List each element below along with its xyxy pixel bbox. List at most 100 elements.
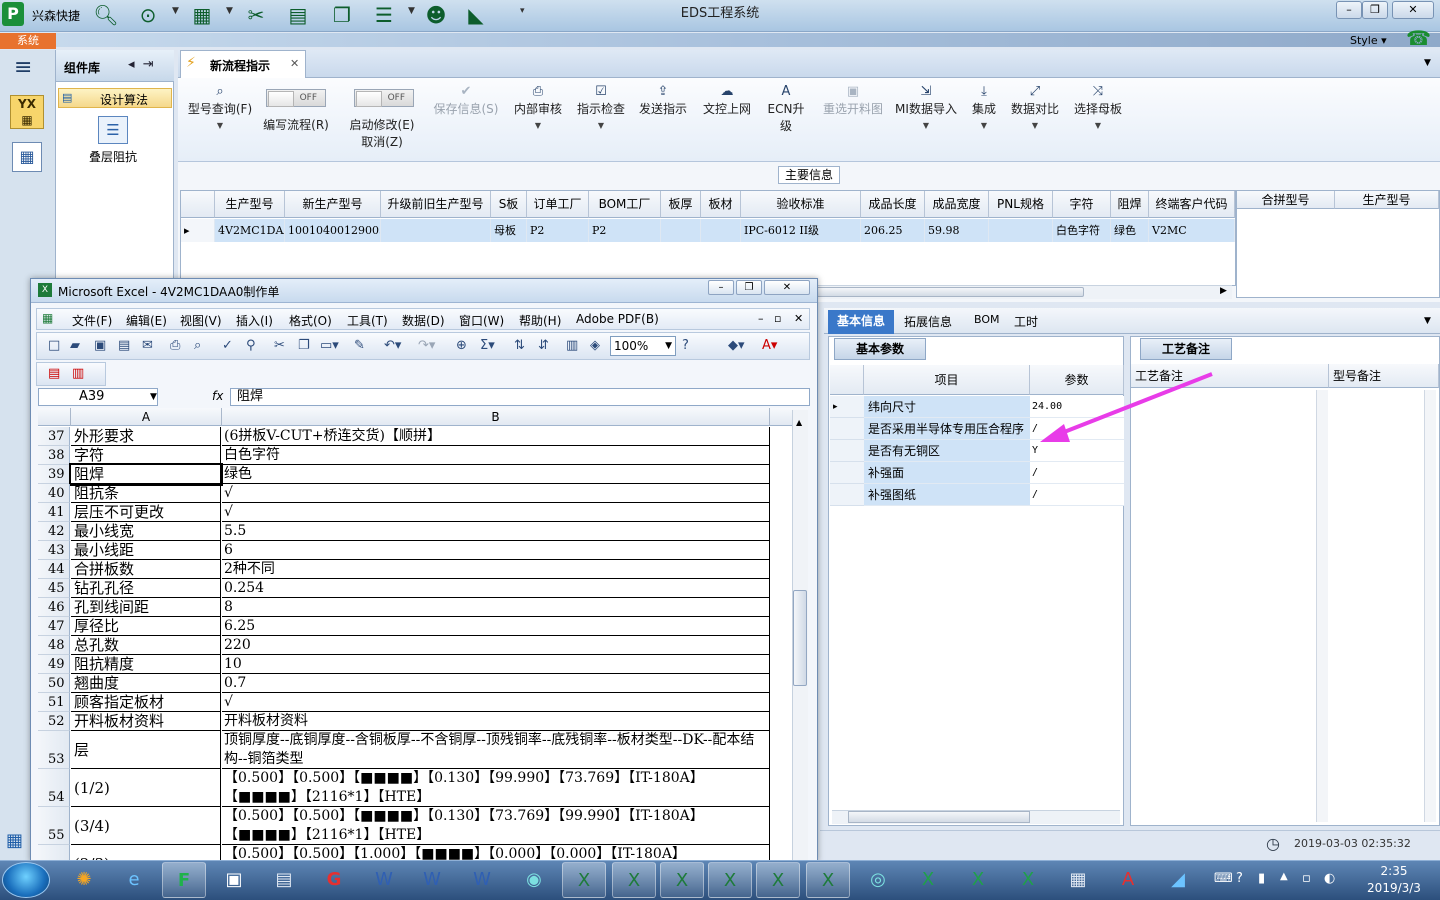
pdf-convert-icon[interactable]: ▤: [48, 366, 60, 381]
send-instruction-button[interactable]: ⇪ 发送指示: [636, 84, 690, 117]
col-header[interactable]: 成品宽度: [925, 191, 989, 218]
row-header[interactable]: [830, 462, 864, 484]
network-icon[interactable]: ▫: [1302, 871, 1311, 886]
cell-a[interactable]: 外形要求: [71, 427, 221, 446]
cell-b[interactable]: √: [222, 484, 770, 503]
row-header[interactable]: [830, 484, 864, 506]
network-app-icon[interactable]: ◎: [856, 862, 900, 898]
word-document-icon[interactable]: W: [362, 862, 406, 898]
word-document-icon[interactable]: W: [410, 862, 454, 898]
undo-icon[interactable]: ↶▾: [384, 338, 401, 353]
col-header[interactable]: PNL规格: [989, 191, 1053, 218]
stackup-impedance-label[interactable]: 叠层阻抗: [89, 148, 137, 165]
model-query-button[interactable]: ⌕ 型号查询(F) ▼: [184, 84, 256, 130]
integrate-button[interactable]: ⤓ 集成 ▼: [966, 84, 1002, 130]
table-cell[interactable]: [701, 219, 741, 242]
cell-b[interactable]: 6: [222, 541, 770, 560]
tray-clock-time[interactable]: 2:35: [1368, 864, 1420, 878]
row-number[interactable]: 50: [38, 674, 70, 693]
cell-b[interactable]: 【0.500】【0.500】【■■■■】【0.130】【73.769】【99.9…: [222, 807, 770, 845]
save-info-button[interactable]: ✔ 保存信息(S): [430, 84, 502, 117]
excel-close-button[interactable]: ✕: [764, 280, 810, 295]
cell-b[interactable]: 顶铜厚度--底铜厚度--含铜板厚--不含铜厚--顶残铜率--底残铜率--板材类型…: [222, 731, 770, 769]
eye-app-icon[interactable]: ◉: [512, 862, 556, 898]
row-number[interactable]: 53: [38, 731, 70, 769]
param-key[interactable]: 补强图纸: [864, 484, 1030, 506]
row-number[interactable]: 48: [38, 636, 70, 655]
cell-b[interactable]: 白色字符: [222, 446, 770, 465]
spelling-icon[interactable]: ✓: [222, 338, 233, 353]
col-header-item[interactable]: 项目: [864, 365, 1030, 395]
menu-window[interactable]: 窗口(W): [459, 312, 504, 329]
table-cell[interactable]: 4V2MC1DAA0: [215, 219, 285, 242]
table-cell[interactable]: 10010400129005: [285, 219, 381, 242]
row-number[interactable]: 46: [38, 598, 70, 617]
table-cell[interactable]: [381, 219, 491, 242]
battery-icon[interactable]: ▮: [1258, 871, 1265, 886]
help-icon[interactable]: ?: [682, 338, 689, 353]
g-app-icon[interactable]: G: [312, 862, 356, 898]
row-indicator-icon[interactable]: ▸: [830, 396, 864, 418]
internal-review-button[interactable]: ⎙ 内部审核 ▼: [510, 84, 566, 130]
row-number[interactable]: 49: [38, 655, 70, 674]
acrobat-icon[interactable]: A: [1106, 862, 1150, 898]
menu-insert[interactable]: 插入(I): [236, 312, 273, 329]
param-key[interactable]: 是否采用半导体专用压合程序: [864, 418, 1030, 440]
cell-b[interactable]: 0.254: [222, 579, 770, 598]
zoom-select[interactable]: 100% ▼: [610, 336, 676, 356]
menu-data[interactable]: 数据(D): [402, 312, 445, 329]
table-cell[interactable]: P2: [589, 219, 661, 242]
show-hidden-icons[interactable]: ▲: [1280, 871, 1288, 882]
windows-grid-icon[interactable]: ▦: [6, 830, 23, 851]
row-number[interactable]: 38: [38, 446, 70, 465]
table-cell[interactable]: 59.98: [925, 219, 989, 242]
excel-window-icon[interactable]: X: [806, 862, 850, 898]
maximize-button[interactable]: ❐: [1362, 1, 1388, 19]
copy-icon[interactable]: ❐: [298, 338, 310, 353]
print-icon[interactable]: ⎙: [170, 338, 180, 353]
row-indicator-icon[interactable]: ▸: [181, 219, 215, 242]
hyperlink-icon[interactable]: ⊕: [456, 338, 467, 353]
row-number[interactable]: 52: [38, 712, 70, 731]
table-cell[interactable]: IPC-6012 II级: [741, 219, 861, 242]
menu-edit[interactable]: 编辑(E): [126, 312, 167, 329]
cell-a[interactable]: (3/4): [71, 807, 221, 845]
cell-a[interactable]: 字符: [71, 446, 221, 465]
cell-b[interactable]: 10: [222, 655, 770, 674]
column-header-b[interactable]: B: [222, 408, 770, 426]
formula-bar[interactable]: 阻焊: [230, 388, 810, 406]
row-number[interactable]: 44: [38, 560, 70, 579]
taskbar-app-icon[interactable]: ✺: [62, 862, 106, 898]
col-header[interactable]: 终端客户代码: [1149, 191, 1235, 218]
row-number[interactable]: 42: [38, 522, 70, 541]
menu-icon[interactable]: ≡: [14, 55, 32, 80]
row-header[interactable]: [830, 440, 864, 462]
col-header[interactable]: 成品长度: [861, 191, 925, 218]
instruction-check-button[interactable]: ☑ 指示检查 ▼: [574, 84, 628, 130]
start-button[interactable]: [2, 862, 50, 898]
scrollbar-thumb[interactable]: [848, 811, 1030, 823]
col-header[interactable]: 板厚: [661, 191, 701, 218]
row-number[interactable]: 45: [38, 579, 70, 598]
mi-data-import-button[interactable]: ⇲ MI数据导入 ▼: [894, 84, 958, 130]
calculator-icon[interactable]: ▦: [1056, 862, 1100, 898]
save-app-icon[interactable]: ▣: [212, 862, 256, 898]
col-header[interactable]: 升级前旧生产型号: [381, 191, 491, 218]
cell-a[interactable]: 钻孔孔径: [71, 579, 221, 598]
menu-view[interactable]: 视图(V): [180, 312, 222, 329]
row-header[interactable]: [830, 418, 864, 440]
style-menu[interactable]: Style ▾: [1350, 34, 1387, 47]
doc-close-icon[interactable]: ✕: [794, 312, 803, 325]
table-cell[interactable]: [989, 219, 1053, 242]
yx-module-icon[interactable]: YX ▦: [10, 95, 44, 129]
cell-a[interactable]: 最小线宽: [71, 522, 221, 541]
select-motherboard-button[interactable]: ⤨ 选择母板 ▼: [1070, 84, 1126, 130]
scanner-icon[interactable]: ▤: [262, 862, 306, 898]
cell-a[interactable]: 厚径比: [71, 617, 221, 636]
col-header[interactable]: 生产型号: [215, 191, 285, 218]
cell-b[interactable]: 开料板材资料: [222, 712, 770, 731]
row-number[interactable]: 47: [38, 617, 70, 636]
chat-app-icon[interactable]: ◢: [1156, 862, 1200, 898]
menu-tools[interactable]: 工具(T): [347, 312, 388, 329]
col-header[interactable]: S板: [491, 191, 527, 218]
